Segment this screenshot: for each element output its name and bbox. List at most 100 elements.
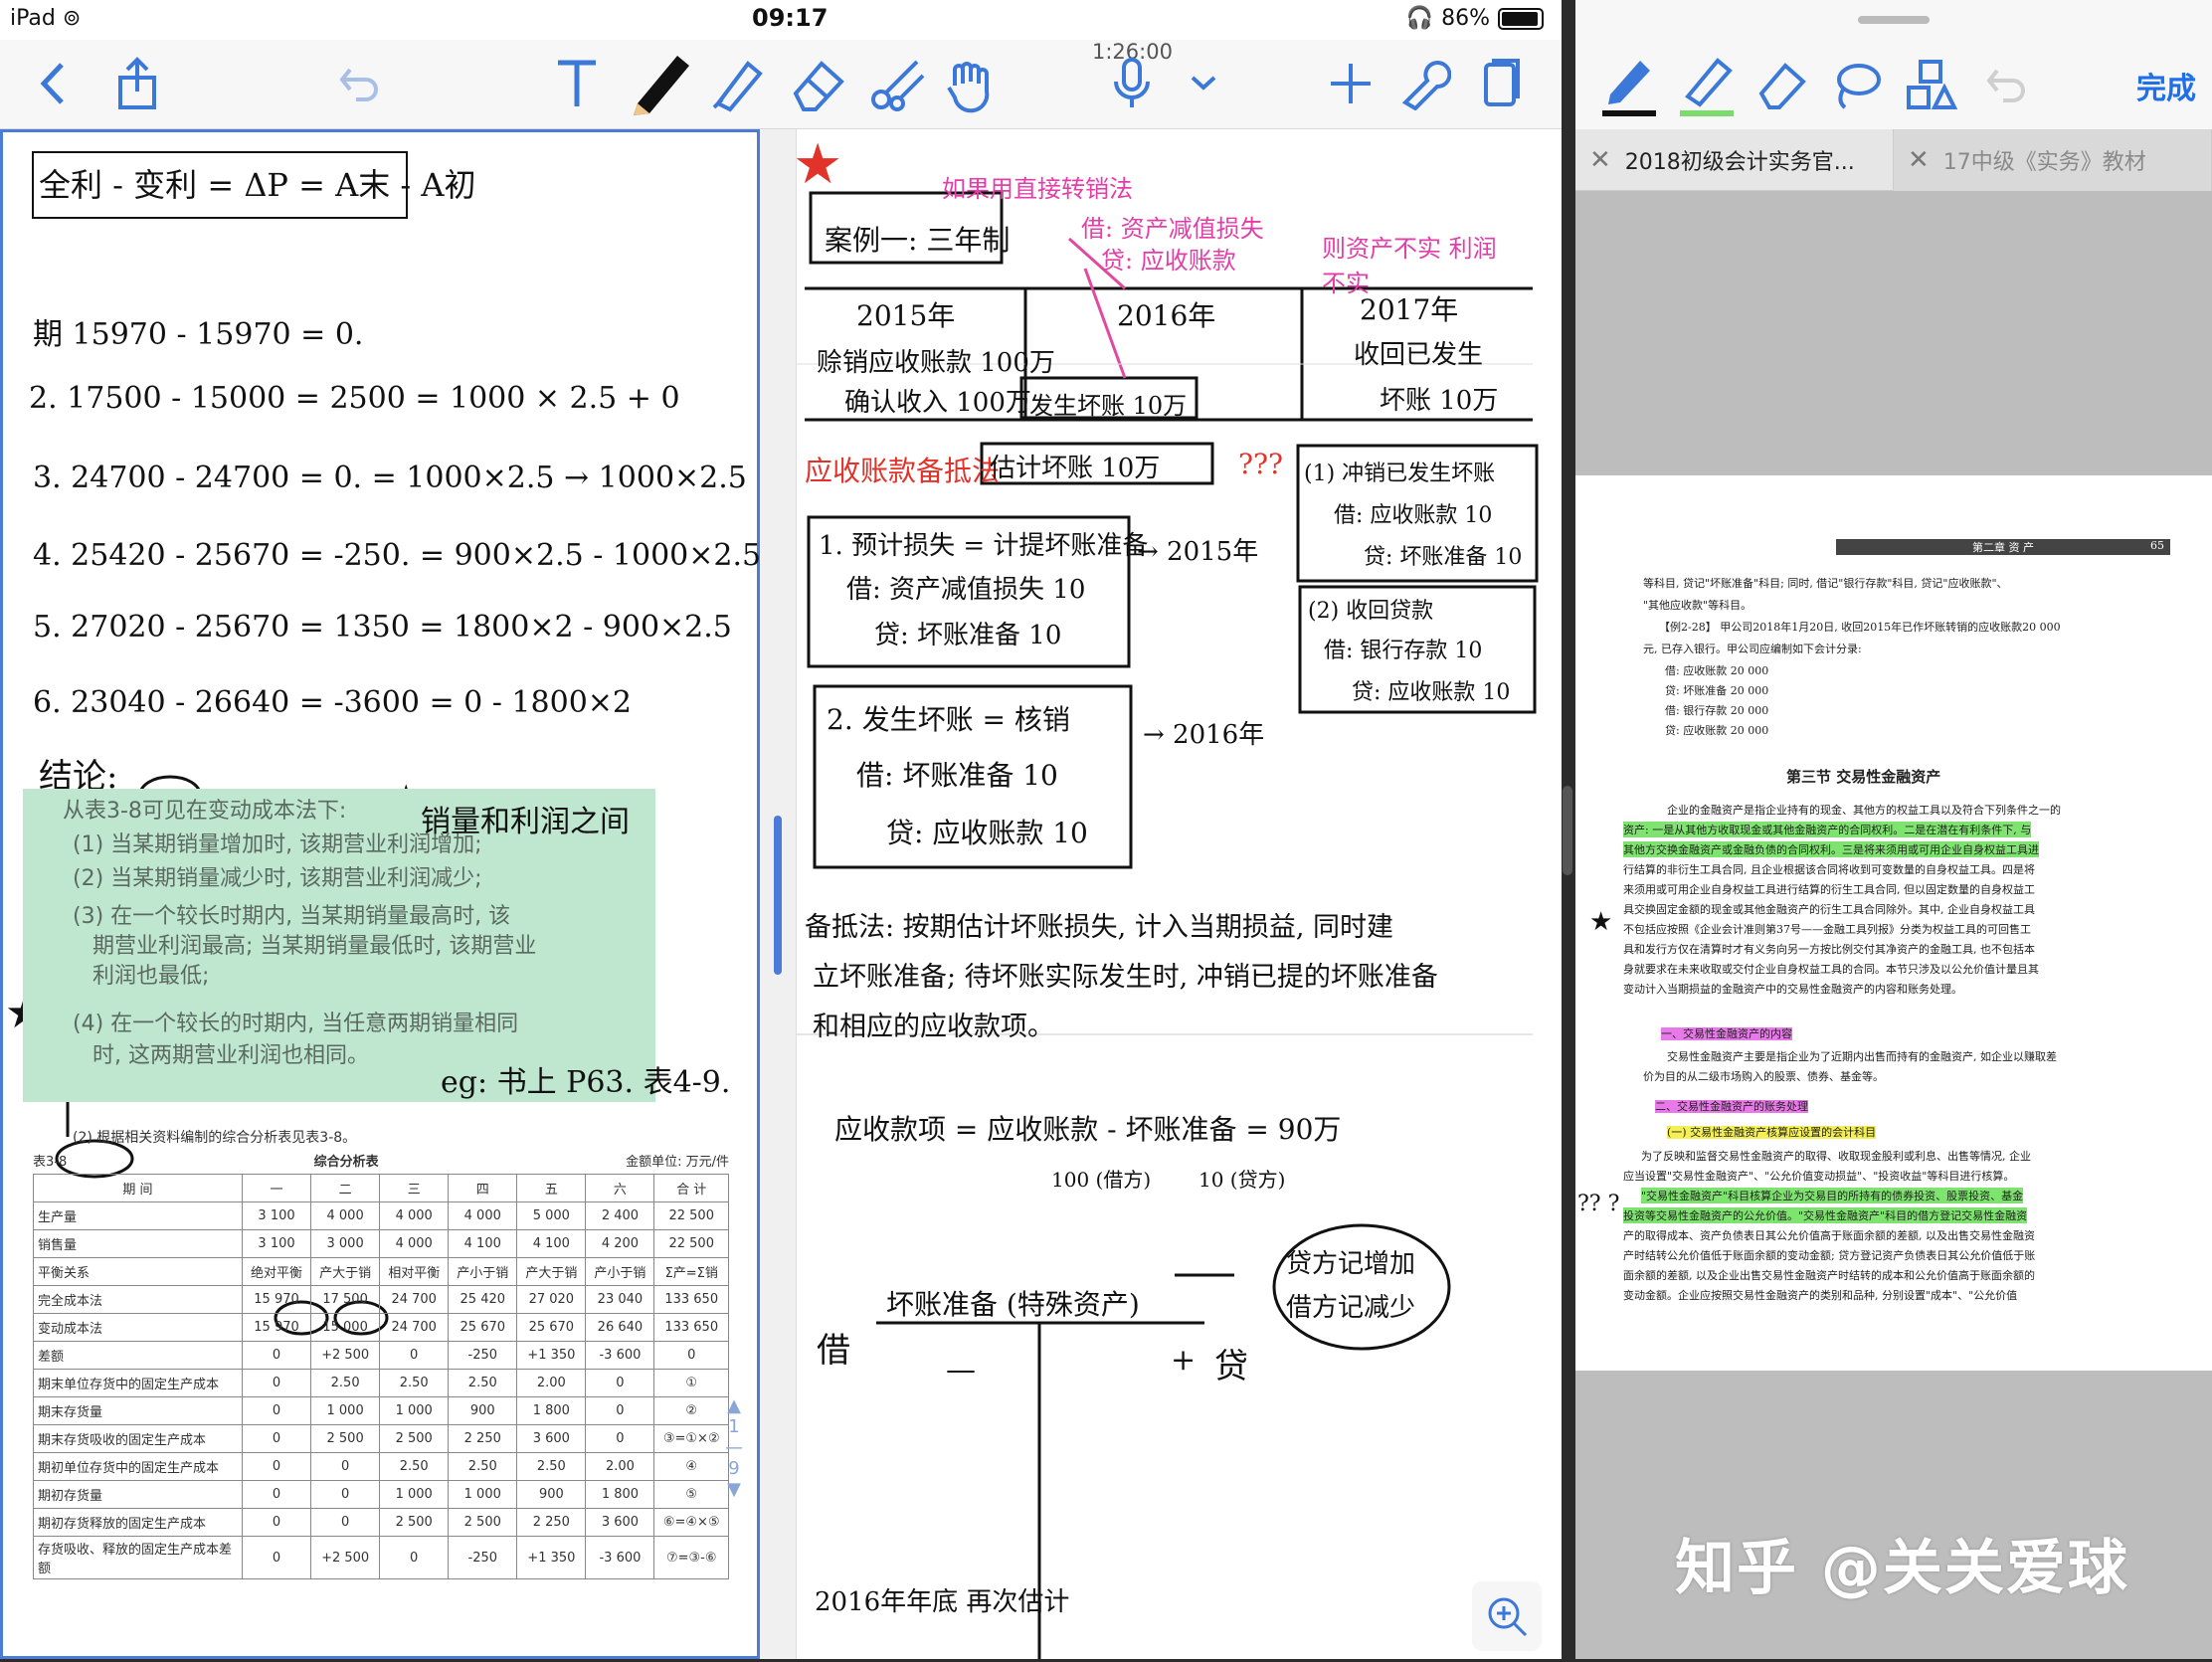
split-view-handle[interactable] [1563,786,1572,875]
year-2016: 2016年 [1117,299,1216,332]
shapes-icon[interactable] [1900,50,1963,119]
eraser-tool-icon[interactable] [786,52,849,115]
equation-sub-2: 10 (贷方) [1198,1168,1286,1192]
year-2015: 2015年 [856,299,956,332]
page-view-icon[interactable] [1470,52,1534,115]
table-cell: 900 [448,1396,518,1425]
eraser-tool-icon[interactable] [1751,50,1814,119]
table-row: 完全成本法 15 970 17 500 24 700 25 420 27 020 23 04… [33,1285,729,1314]
equation-sub-1: 100 (借方) [1051,1168,1152,1192]
text-tool-icon[interactable] [545,52,609,115]
table-cell: 产小于销 [448,1257,518,1286]
pdf-body-line: 变动计入当期损益的金融资产中的交易性金融资产的内容和账务处理。 [1623,983,1962,996]
tab-document-1[interactable]: ✕ 2018初级会计实务官... [1575,129,1894,191]
table-cell: 24 700 [379,1285,450,1314]
notebook-page-right[interactable]: ★ 案例一: 三年制 如果用直接转销法 借: 资产减值损失 贷: 应收账款 则资… [796,129,1542,1659]
page-up-icon[interactable]: ▲ [717,1395,751,1416]
tab-label: 2018初级会计实务官... [1624,150,1855,175]
slide-over-grabber[interactable] [1858,16,1930,24]
table-cell: 相对平衡 [379,1257,450,1286]
wrench-icon[interactable] [1392,52,1456,115]
close-tab-icon[interactable]: ✕ [1908,145,1930,175]
direct-credit: 贷: 应收账款 [1101,247,1236,275]
annotation-bottom: eg: 书上 P63. 表4-9. [441,1065,731,1100]
page-indicator[interactable]: ▲ 1 — 9 ▼ [717,1395,751,1500]
row-label: 期初单位存货中的固定生产成本 [33,1452,243,1481]
table-cell: 15 970 [241,1313,312,1342]
pen-tool-icon[interactable] [1597,50,1661,119]
row-label: 期末存货量 [33,1396,243,1425]
back-chevron-icon[interactable] [22,52,86,115]
table-head-row: 期 间 一 二 三 四 五 六 合 计 [33,1174,729,1202]
microphone-icon[interactable] [1100,52,1164,115]
pdf-page[interactable]: 第二章 资 产 65 等科目, 贷记"坏账准备"科目; 同时, 借记"银行存款"… [1575,475,2212,1371]
box1-line3: 贷: 坏账准备 10 [874,621,1062,650]
undo-icon[interactable] [1975,50,2039,119]
table-cell: 25 670 [448,1313,518,1342]
row-label: 销售量 [33,1229,243,1258]
table-cell: 3 600 [585,1508,655,1537]
page-down-icon[interactable]: ▼ [717,1479,751,1500]
margin-star-icon: ★ [1589,907,1613,937]
table-cell: 0 [241,1341,312,1370]
notebook-page-left[interactable]: ★ ★ 全利 - 变利 = ΔP = A末 - A初 期 15970 - 159… [0,129,761,1659]
row-label: 差额 [33,1341,243,1370]
table-cell: 0 [585,1424,655,1453]
lasso-icon[interactable] [1824,50,1888,119]
row-label: 期初存货量 [33,1480,243,1509]
pen-tool-icon[interactable] [625,46,696,117]
y2016-text: 发生坏账 10万 [1029,392,1188,420]
table-row: 期初存货量 0 0 1 000 1 000 900 1 800 ⑤ [33,1480,729,1509]
table-cell: ① [653,1369,729,1397]
table-cell: 4 100 [448,1229,518,1258]
table-cell: 4 100 [516,1229,587,1258]
undo-icon[interactable] [328,52,392,115]
box1-line2: 借: 资产减值损失 10 [846,575,1086,605]
table-cell: 2.00 [585,1452,655,1481]
pdf-sub3-line: 产时结转公允价值低于账面余额的变动金额; 贷方登记资产负债表日其公允价值低于账 [1623,1249,2036,1262]
lasso-scissors-icon[interactable] [865,52,929,115]
pdf-line: 贷: 坏账准备 20 000 [1665,684,1769,697]
box4-line1: (2) 收回贷款 [1308,599,1434,624]
box2-line3: 贷: 应收账款 10 [886,817,1088,849]
tab-document-2[interactable]: ✕ 17中级《实务》教材 [1894,129,2212,191]
formula-box-text: 全利 - 变利 = ΔP = A末 - A初 [39,166,476,204]
pdf-header-text: 第二章 资 产 [1972,541,2034,554]
table-row: 期初单位存货中的固定生产成本 0 0 2.50 2.50 2.50 2.00 ④ [33,1452,729,1481]
box4-line2: 借: 银行存款 10 [1324,639,1483,663]
table-cell: 23 040 [585,1285,655,1314]
direct-debit: 借: 资产减值损失 [1081,215,1264,243]
table-cell: 2 500 [379,1424,450,1453]
pdf-page-header: 第二章 资 产 65 [1836,539,2170,555]
highlighter-tool-icon[interactable] [706,52,770,115]
hand-tool-icon[interactable] [939,52,1003,115]
t-account-minus: — [946,1353,976,1387]
table-cell: 1 000 [379,1396,450,1425]
box2-line2: 借: 坏账准备 10 [856,759,1058,792]
table-cell: 0 [241,1452,312,1481]
document-tabs: ✕ 2018初级会计实务官... ✕ 17中级《实务》教材 [1575,129,2212,191]
add-icon[interactable] [1319,52,1382,115]
table-cell: 2 500 [310,1424,381,1453]
scroll-handle[interactable] [774,816,782,975]
col-header: 二 [310,1174,381,1202]
t-account-title: 坏账准备 (特殊资产) [886,1288,1140,1321]
pdf-subheading-3-text: (一) 交易性金融资产核算应设置的会计科目 [1667,1126,1877,1139]
done-button[interactable]: 完成 [2136,64,2196,107]
pdf-body-line: 具交换固定金额的现金或其他金融资产的衍生工具合同除外。其中, 企业自身权益工具 [1623,903,2035,916]
table-cell: +2 500 [310,1341,381,1370]
zoom-icon[interactable] [1472,1581,1542,1651]
scan-line-8: 时, 这两期营业利润也相同。 [92,1043,369,1068]
allowance-text-3: 和相应的应收款项。 [813,1012,1054,1042]
table-cell: 0 [653,1341,729,1370]
allowance-text-1: 备抵法: 按期估计坏账损失, 计入当期损益, 同时建 [805,912,1394,943]
table-title: 综合分析表 [313,1155,379,1170]
table-cell: 133 650 [653,1285,729,1314]
pdf-body-line: 来须用或可用企业自身权益工具进行结算的衍生工具合同, 但以固定数量的自身权益工 [1623,883,2035,896]
pdf-sub3-line: 面余额的差额, 以及企业出售交易性金融资产时结转的成本和公允价值高于账面余额的 [1623,1269,2035,1282]
chevron-down-icon[interactable] [1172,52,1235,115]
share-icon[interactable] [105,52,169,115]
close-tab-icon[interactable]: ✕ [1589,145,1611,175]
table-cell: 3 100 [241,1201,312,1230]
highlighter-tool-icon[interactable] [1675,50,1739,119]
